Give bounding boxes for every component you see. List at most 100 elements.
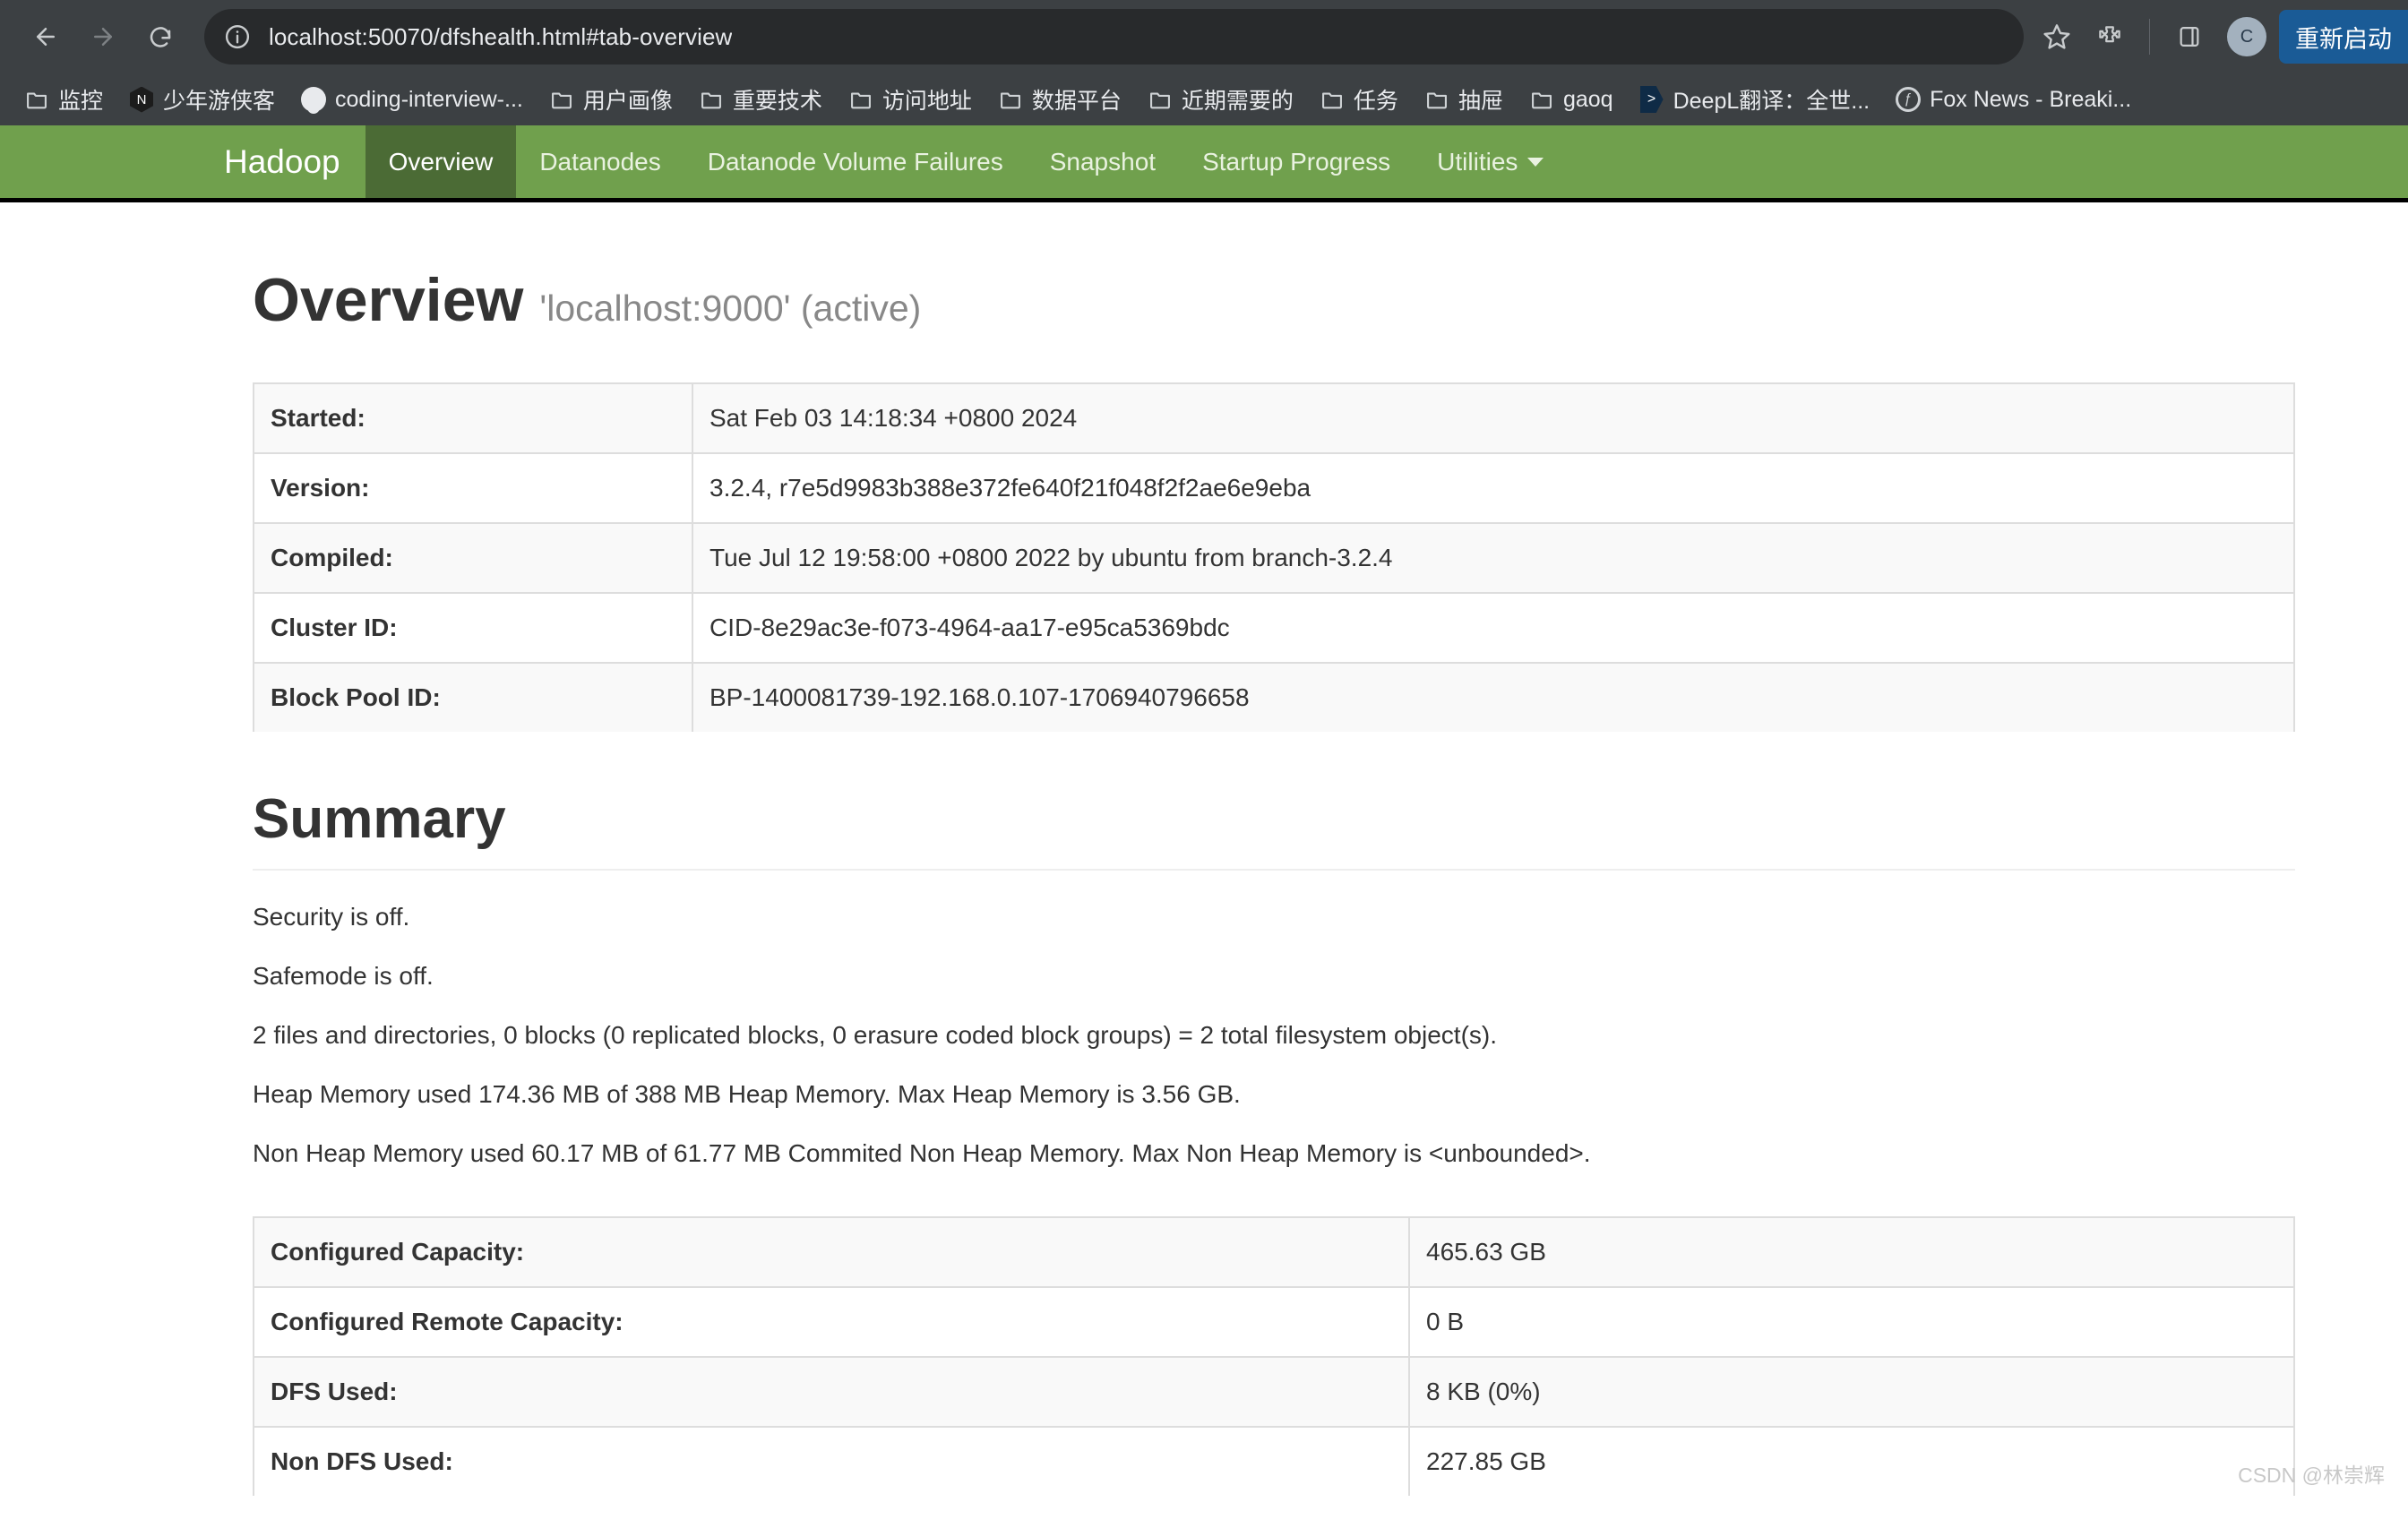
row-value: 0 B — [1408, 1286, 2295, 1357]
table-row: DFS Used: 8 KB (0%) — [253, 1356, 2295, 1427]
summary-line-security: Security is off. — [253, 902, 410, 931]
github-icon — [300, 86, 327, 114]
bookmark-item[interactable]: gaoq — [1518, 81, 1624, 118]
row-label: Started: — [253, 382, 693, 453]
bookmark-label: coding-interview-... — [335, 86, 523, 112]
bookmark-label: 任务 — [1353, 89, 1398, 114]
row-label: Block Pool ID: — [253, 662, 693, 732]
row-value: 465.63 GB — [1408, 1216, 2295, 1287]
nav-item-label: Datanode Volume Failures — [707, 147, 1003, 176]
url-text: localhost:50070/dfshealth.html#tab-overv… — [269, 22, 733, 50]
summary-line-non-heap-memory: Non Heap Memory used 60.17 MB of 61.77 M… — [253, 1138, 1591, 1167]
summary-line-heap-memory: Heap Memory used 174.36 MB of 388 MB Hea… — [253, 1079, 1241, 1108]
fox-news-icon: ƒ — [1895, 86, 1922, 113]
folder-icon — [548, 86, 575, 113]
table-row: Non DFS Used: 227.85 GB — [253, 1426, 2295, 1496]
content-container: Overview 'localhost:9000' (active) Start… — [253, 202, 2295, 1496]
browser-toolbar: localhost:50070/dfshealth.html#tab-overv… — [0, 0, 2408, 73]
browser-chrome: localhost:50070/dfshealth.html#tab-overv… — [0, 0, 2408, 125]
folder-icon — [1147, 86, 1174, 113]
bookmark-label: 近期需要的 — [1181, 89, 1294, 114]
bookmark-label: 访问地址 — [882, 89, 972, 114]
table-row: Block Pool ID: BP-1400081739-192.168.0.1… — [253, 662, 2295, 732]
bookmark-label: 少年游侠客 — [163, 89, 276, 114]
address-bar[interactable]: localhost:50070/dfshealth.html#tab-overv… — [204, 9, 2024, 64]
deepl-icon: > — [1638, 86, 1665, 113]
chevron-down-icon — [1527, 157, 1544, 167]
table-row: Cluster ID: CID-8e29ac3e-f073-4964-aa17-… — [253, 592, 2295, 663]
side-panel-icon[interactable] — [2164, 12, 2214, 62]
bookmark-label: Fox News - Breaki... — [1930, 86, 2132, 112]
watermark: CSDN @林崇辉 — [2238, 1463, 2385, 1487]
brand-hadoop[interactable]: Hadoop — [199, 125, 366, 198]
bookmark-item[interactable]: 抽屉 — [1413, 78, 1514, 121]
table-row: Configured Remote Capacity: 0 B — [253, 1286, 2295, 1357]
bookmark-item[interactable]: > DeepL翻译：全世... — [1628, 78, 1881, 121]
summary-line-safemode: Safemode is off. — [253, 961, 434, 990]
restart-button[interactable]: 重新启动 — [2279, 10, 2408, 64]
row-value: BP-1400081739-192.168.0.107-170694079665… — [692, 662, 2295, 732]
row-value: 3.2.4, r7e5d9983b388e372fe640f21f048f2f2… — [692, 452, 2295, 523]
nav-item-datanodes[interactable]: Datanodes — [516, 125, 684, 198]
page-title-main: Overview — [253, 266, 524, 334]
row-label: Version: — [253, 452, 693, 523]
folder-icon — [1528, 86, 1555, 113]
table-row: Started: Sat Feb 03 14:18:34 +0800 2024 — [253, 382, 2295, 453]
nav-item-label: Startup Progress — [1202, 147, 1391, 176]
table-row: Compiled: Tue Jul 12 19:58:00 +0800 2022… — [253, 522, 2295, 593]
nav-item-snapshot[interactable]: Snapshot — [1027, 125, 1179, 198]
bookmark-label: gaoq — [1562, 86, 1613, 112]
back-button[interactable] — [20, 11, 72, 63]
nav-item-label: Snapshot — [1049, 147, 1157, 176]
bookmark-label: 重要技术 — [732, 89, 822, 114]
row-value: 227.85 GB — [1408, 1426, 2295, 1496]
nav-item-label: Datanodes — [539, 147, 661, 176]
folder-icon — [23, 86, 50, 113]
bookmark-item[interactable]: 重要技术 — [687, 78, 833, 121]
bookmark-label: 监控 — [58, 89, 104, 114]
nav-item-overview[interactable]: Overview — [365, 125, 517, 198]
row-value: Tue Jul 12 19:58:00 +0800 2022 by ubuntu… — [692, 522, 2295, 593]
folder-icon — [997, 86, 1024, 113]
row-label: Configured Capacity: — [253, 1216, 1410, 1287]
overview-table: Started: Sat Feb 03 14:18:34 +0800 2024 … — [253, 382, 2295, 732]
bookmark-item[interactable]: ƒ Fox News - Breaki... — [1884, 81, 2142, 118]
folder-icon — [698, 86, 725, 113]
toolbar-divider — [2149, 19, 2150, 55]
extensions-icon[interactable] — [2085, 12, 2135, 62]
nav-item-label: Utilities — [1437, 147, 1518, 176]
nuxt-hex-icon: N — [128, 86, 155, 113]
reload-button[interactable] — [134, 11, 186, 63]
bookmark-label: 数据平台 — [1031, 89, 1122, 114]
nav-item-startup-progress[interactable]: Startup Progress — [1179, 125, 1414, 198]
bookmark-item[interactable]: 近期需要的 — [1136, 78, 1304, 121]
site-information-icon[interactable] — [217, 16, 258, 57]
bookmark-star-icon[interactable] — [2034, 14, 2079, 59]
bookmark-item[interactable]: 任务 — [1308, 78, 1409, 121]
page-body: Overview 'localhost:9000' (active) Start… — [0, 202, 2408, 1496]
profile-avatar[interactable]: C — [2227, 17, 2266, 56]
bookmark-item[interactable]: 用户画像 — [538, 78, 684, 121]
bookmark-label: 用户画像 — [582, 89, 673, 114]
row-label: Compiled: — [253, 522, 693, 593]
bookmark-item[interactable]: coding-interview-... — [289, 81, 534, 118]
folder-icon — [1423, 86, 1450, 113]
summary-line-filesystem-objects: 2 files and directories, 0 blocks (0 rep… — [253, 1020, 1497, 1049]
forward-button[interactable] — [77, 11, 129, 63]
page-title-subtitle: 'localhost:9000' (active) — [539, 288, 922, 329]
folder-icon — [1319, 86, 1346, 113]
nav-item-datanode-volume-failures[interactable]: Datanode Volume Failures — [684, 125, 1027, 198]
bookmark-item[interactable]: N 少年游侠客 — [117, 78, 286, 121]
row-label: DFS Used: — [253, 1356, 1410, 1427]
row-label: Cluster ID: — [253, 592, 693, 663]
bookmark-item[interactable]: 监控 — [13, 78, 114, 121]
row-value: CID-8e29ac3e-f073-4964-aa17-e95ca5369bdc — [692, 592, 2295, 663]
row-label: Non DFS Used: — [253, 1426, 1410, 1496]
table-row: Configured Capacity: 465.63 GB — [253, 1216, 2295, 1287]
nav-item-utilities[interactable]: Utilities — [1414, 125, 1567, 198]
bookmark-item[interactable]: 访问地址 — [837, 78, 983, 121]
bookmark-item[interactable]: 数据平台 — [986, 78, 1132, 121]
nav-item-label: Overview — [388, 147, 494, 176]
hadoop-navbar: Hadoop Overview Datanodes Datanode Volum… — [0, 125, 2408, 202]
table-row: Version: 3.2.4, r7e5d9983b388e372fe640f2… — [253, 452, 2295, 523]
